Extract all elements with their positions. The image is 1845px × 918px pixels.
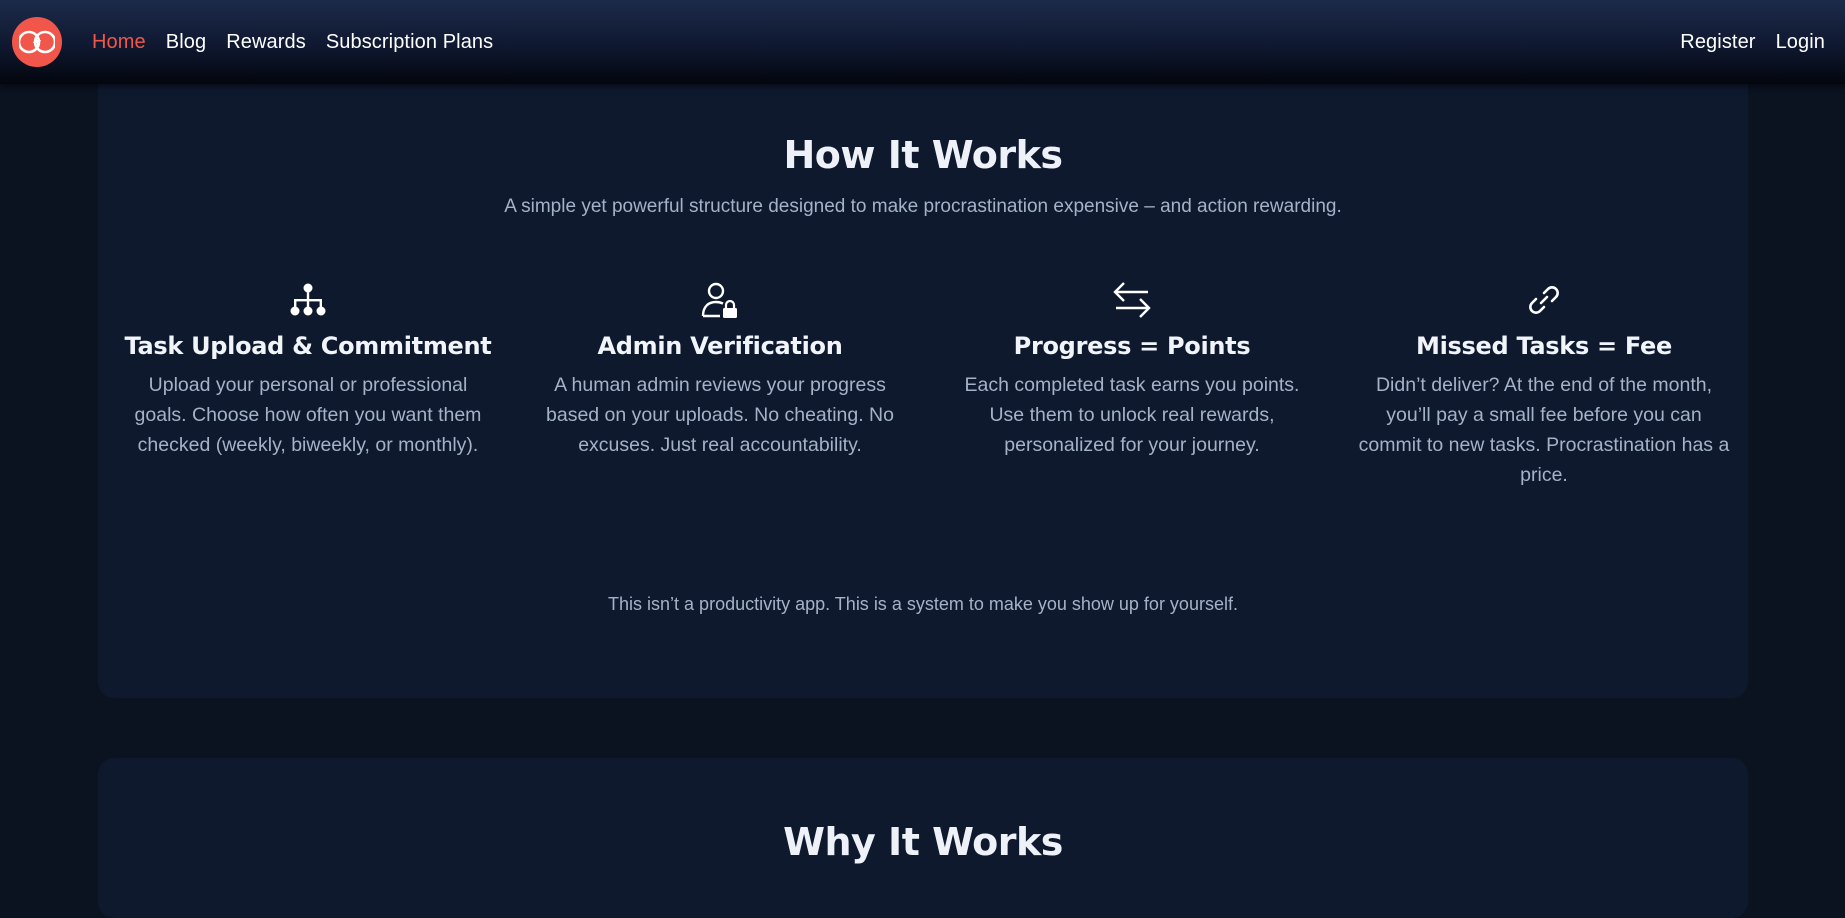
feature-card: Progress = Points Each completed task ea… bbox=[926, 278, 1338, 490]
login-link[interactable]: Login bbox=[1776, 31, 1825, 54]
how-it-works-title: How It Works bbox=[783, 133, 1063, 177]
sitemap-icon bbox=[286, 278, 330, 322]
nav-rewards[interactable]: Rewards bbox=[226, 31, 306, 54]
feature-description: Upload your personal or professional goa… bbox=[134, 374, 482, 456]
nav-blog[interactable]: Blog bbox=[166, 31, 206, 54]
feature-title: Admin Verification bbox=[597, 332, 843, 360]
feature-description: A human admin reviews your progress base… bbox=[546, 374, 894, 456]
feature-card: Admin Verification A human admin reviews… bbox=[514, 278, 926, 490]
feature-title: Task Upload & Commitment bbox=[124, 332, 492, 360]
logo-icon bbox=[19, 30, 55, 54]
nav-right: Register Login bbox=[1660, 31, 1825, 54]
feature-card: Task Upload & Commitment Upload your per… bbox=[102, 278, 514, 490]
logo[interactable] bbox=[12, 17, 62, 67]
nav-home[interactable]: Home bbox=[92, 31, 146, 54]
user-lock-icon bbox=[698, 278, 742, 322]
feature-title: Missed Tasks = Fee bbox=[1416, 332, 1672, 360]
features-row: Task Upload & Commitment Upload your per… bbox=[102, 278, 1752, 490]
nav-subscription-plans[interactable]: Subscription Plans bbox=[326, 31, 493, 54]
how-it-works-subtitle: A simple yet powerful structure designed… bbox=[504, 196, 1342, 217]
feature-card: Missed Tasks = Fee Didn’t deliver? At th… bbox=[1338, 278, 1750, 490]
feature-description: Didn’t deliver? At the end of the month,… bbox=[1358, 374, 1730, 486]
nav-left: Home Blog Rewards Subscription Plans bbox=[12, 17, 513, 67]
why-it-works-section: Why It Works bbox=[98, 758, 1748, 918]
top-navbar: Home Blog Rewards Subscription Plans Reg… bbox=[0, 0, 1845, 84]
how-it-works-section: How It Works A simple yet powerful struc… bbox=[98, 40, 1748, 698]
feature-title: Progress = Points bbox=[1013, 332, 1251, 360]
why-it-works-title: Why It Works bbox=[783, 820, 1063, 864]
exchange-arrows-icon bbox=[1110, 278, 1154, 322]
link-icon bbox=[1522, 278, 1566, 322]
feature-description: Each completed task earns you points. Us… bbox=[964, 374, 1300, 456]
tagline: This isn’t a productivity app. This is a… bbox=[608, 594, 1238, 614]
register-link[interactable]: Register bbox=[1680, 31, 1755, 54]
